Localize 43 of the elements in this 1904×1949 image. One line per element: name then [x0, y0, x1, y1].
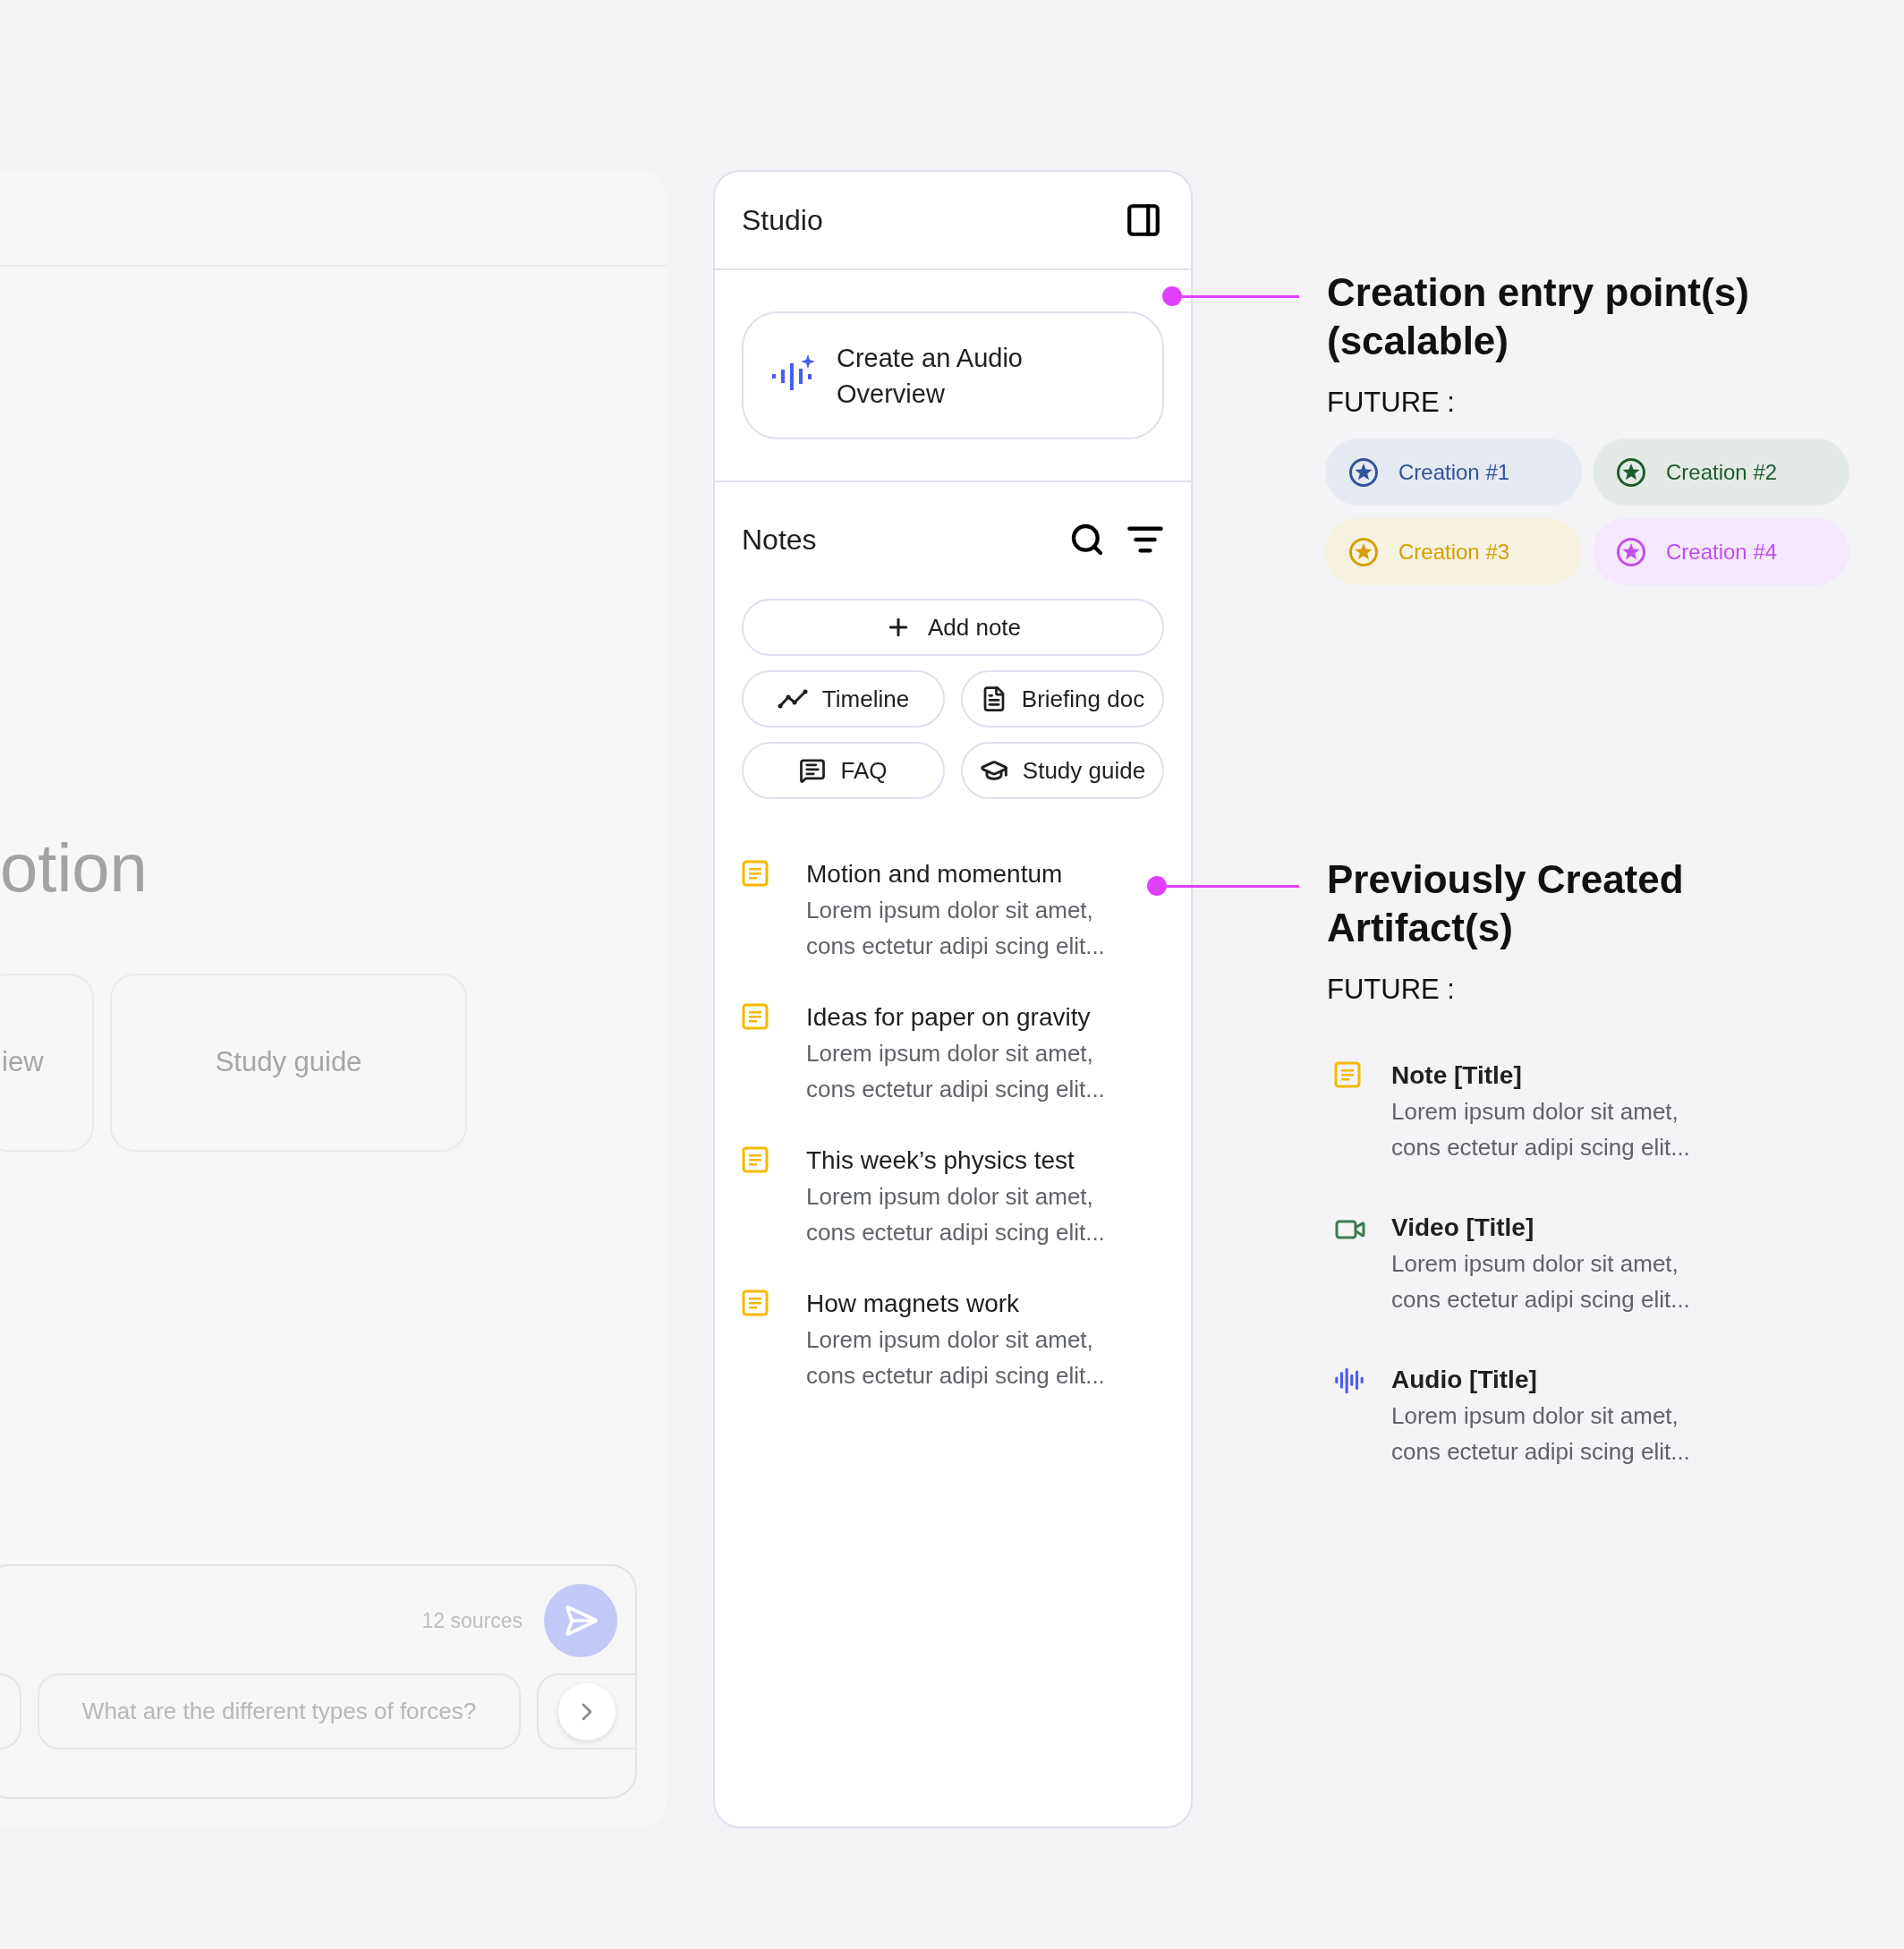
annotation-label: FUTURE :: [1327, 974, 1456, 1006]
message-icon: [799, 757, 827, 784]
add-note-button[interactable]: Add note: [742, 599, 1164, 656]
suggestion-chip[interactable]: [537, 1673, 635, 1749]
artifact-title: Video [Title]: [1391, 1213, 1535, 1243]
note-title[interactable]: This week’s physics test: [806, 1143, 1164, 1179]
note-preview: Lorem ipsum dolor sit amet, cons ectetur adipi scing elit...: [806, 1039, 1106, 1104]
panel-toggle-icon[interactable]: [1125, 201, 1162, 239]
note-title[interactable]: Motion and momentum: [806, 856, 1164, 892]
annotation-label: FUTURE :: [1327, 387, 1456, 419]
note-title[interactable]: How magnets work: [806, 1286, 1164, 1322]
action-chip[interactable]: Study guide: [961, 742, 1164, 799]
artifact-title: Note [Title]: [1391, 1060, 1523, 1091]
artifact-preview: Lorem ipsum dolor sit amet, cons ectetur adipi scing elit...: [1391, 1401, 1691, 1467]
note-preview: Lorem ipsum dolor sit amet, cons ectetur adipi scing elit...: [806, 1182, 1106, 1247]
trend-line-icon: [777, 689, 808, 709]
artifact-title: Audio [Title]: [1391, 1365, 1538, 1395]
creation-chip[interactable]: Creation #1: [1325, 438, 1582, 506]
annotation-heading: Creation entry point(s) (scalable): [1327, 269, 1750, 364]
note-title[interactable]: Ideas for paper on gravity: [806, 1000, 1164, 1035]
annotation-heading: Previously Created Artifact(s): [1327, 856, 1685, 951]
note-preview: Lorem ipsum dolor sit amet, cons ectetur adipi scing elit...: [806, 896, 1106, 961]
next-button[interactable]: [558, 1682, 616, 1740]
note-preview: Lorem ipsum dolor sit amet, cons ectetur adipi scing elit...: [806, 1325, 1106, 1391]
section-title: Notes: [742, 523, 817, 557]
action-chip[interactable]: Timeline: [742, 670, 945, 728]
artifact-preview: Lorem ipsum dolor sit amet, cons ectetur adipi scing elit...: [1391, 1249, 1691, 1315]
source-count: 12 sources: [421, 1608, 523, 1633]
note-icon: [1334, 1061, 1361, 1088]
note-icon: [742, 1146, 769, 1173]
creation-chip[interactable]: Creation #2: [1593, 438, 1849, 506]
audio-overview-button[interactable]: Create an Audio Overview: [742, 311, 1164, 439]
note-icon: [742, 1003, 769, 1030]
note-icon: [742, 1289, 769, 1316]
action-chip[interactable]: FAQ: [742, 742, 945, 799]
action-chip[interactable]: Briefing doc: [961, 670, 1164, 728]
send-icon: [563, 1603, 599, 1638]
panel-title: Studio: [742, 203, 823, 237]
note-icon: [742, 860, 769, 887]
artifact-preview: Lorem ipsum dolor sit amet, cons ectetur adipi scing elit...: [1391, 1097, 1691, 1162]
search-icon[interactable]: [1069, 522, 1105, 557]
page-heading: otion: [0, 830, 148, 906]
audio-wave-icon: [1334, 1366, 1364, 1396]
